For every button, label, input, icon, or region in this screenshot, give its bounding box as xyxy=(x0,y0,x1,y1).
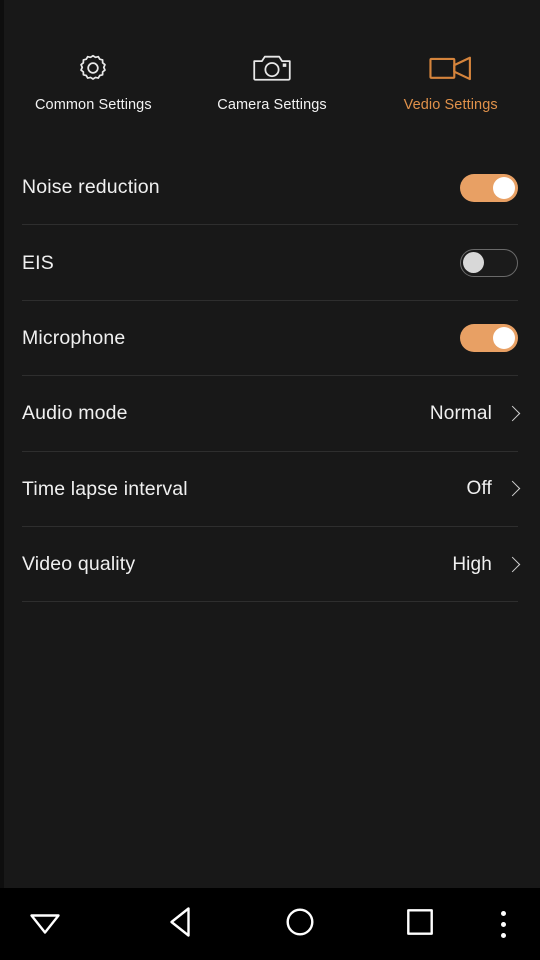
row-label: Audio mode xyxy=(22,402,128,425)
settings-row-time-lapse-interval[interactable]: Time lapse interval Off xyxy=(0,452,540,527)
toggle-knob xyxy=(493,176,515,199)
settings-row-noise-reduction[interactable]: Noise reduction xyxy=(0,150,540,226)
row-control xyxy=(460,249,518,278)
overflow-menu-button[interactable] xyxy=(467,888,539,960)
recents-button[interactable] xyxy=(384,888,456,960)
tab-video-settings[interactable]: Vedio Settings xyxy=(361,0,540,140)
row-control: Normal xyxy=(430,403,518,425)
circle-icon xyxy=(284,906,316,943)
toggle-knob xyxy=(463,252,484,274)
triangle-down-icon xyxy=(28,907,62,942)
settings-row-eis[interactable]: EIS xyxy=(0,225,540,301)
gear-icon xyxy=(67,48,119,88)
row-control xyxy=(460,324,518,353)
camera-icon xyxy=(246,48,298,88)
chevron-right-icon xyxy=(506,404,518,424)
row-label: Noise reduction xyxy=(22,176,160,199)
settings-row-video-quality[interactable]: Video quality High xyxy=(0,527,540,603)
tab-common-settings[interactable]: Common Settings xyxy=(4,0,183,140)
tab-label-common-settings: Common Settings xyxy=(34,97,152,113)
toggle-microphone[interactable] xyxy=(460,324,518,353)
row-value: Off xyxy=(466,478,492,500)
settings-tab-bar: Common Settings Camera Settings Vedio Se… xyxy=(4,0,540,140)
row-label: Time lapse interval xyxy=(22,477,188,500)
row-label: Microphone xyxy=(22,326,126,349)
android-navigation-bar xyxy=(0,888,540,960)
row-value: Normal xyxy=(429,402,492,424)
home-button[interactable] xyxy=(264,888,336,960)
settings-row-audio-mode[interactable]: Audio mode Normal xyxy=(0,376,540,452)
row-divider xyxy=(22,601,518,603)
row-control xyxy=(460,173,518,202)
row-control: High xyxy=(452,554,518,576)
tab-label-video-settings: Vedio Settings xyxy=(403,97,498,113)
camera-settings-screen: Common Settings Camera Settings Vedio Se… xyxy=(0,0,540,960)
chevron-right-icon xyxy=(506,479,518,499)
square-icon xyxy=(405,907,435,942)
row-label: EIS xyxy=(22,251,54,274)
tab-label-camera-settings: Camera Settings xyxy=(217,97,327,113)
row-control: Off xyxy=(467,478,518,500)
back-button[interactable] xyxy=(144,888,216,960)
hide-keyboard-button[interactable] xyxy=(9,888,81,960)
tab-camera-settings[interactable]: Camera Settings xyxy=(183,0,362,140)
row-value: High xyxy=(452,553,492,575)
settings-row-microphone[interactable]: Microphone xyxy=(0,301,540,377)
three-dots-vertical-icon xyxy=(500,910,506,938)
chevron-right-icon xyxy=(506,555,518,575)
toggle-noise-reduction[interactable] xyxy=(460,173,518,202)
toggle-eis[interactable] xyxy=(460,249,518,278)
row-label: Video quality xyxy=(22,553,136,576)
triangle-left-icon xyxy=(165,905,195,944)
video-camera-icon xyxy=(425,48,477,88)
toggle-knob xyxy=(493,327,515,350)
settings-list: Noise reduction EIS Microphone Audio mod… xyxy=(0,150,540,603)
